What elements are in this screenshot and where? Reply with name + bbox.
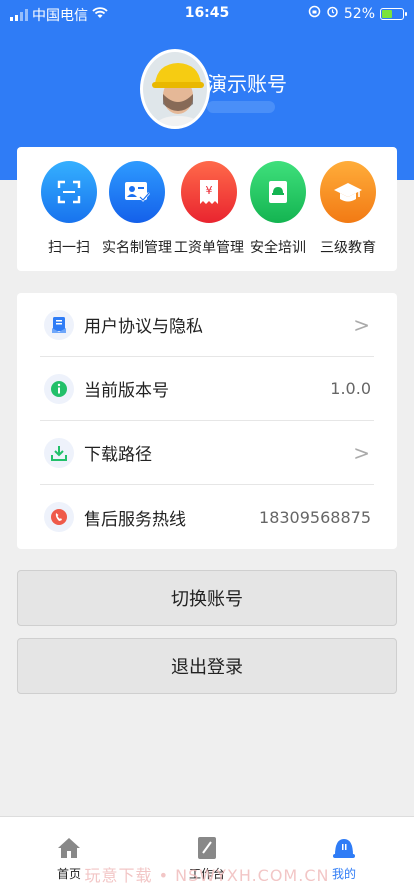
settings-row-label: 当前版本号 xyxy=(84,381,169,401)
account-subtitle-placeholder xyxy=(207,101,275,113)
workbench-icon xyxy=(177,835,237,861)
quick-action-scan[interactable]: 扫一扫 xyxy=(34,161,104,257)
quick-actions-card: 扫一扫 实名制管理 ¥ 工资单管理 安全培训 三级教育 xyxy=(17,147,397,271)
chevron-right-icon: > xyxy=(353,440,370,465)
agreement-icon xyxy=(44,309,74,340)
home-icon xyxy=(39,835,99,861)
quick-action-safety-training[interactable]: 安全培训 xyxy=(243,161,313,257)
battery-icon xyxy=(380,7,407,20)
quick-action-label: 扫一扫 xyxy=(48,240,90,256)
quick-action-realname[interactable]: 实名制管理 xyxy=(102,161,172,257)
logout-button[interactable]: 退出登录 xyxy=(17,638,397,694)
status-bar: 中国电信 16:45 52% xyxy=(0,0,414,28)
download-icon xyxy=(44,437,74,468)
battery-percent: 52% xyxy=(343,5,375,22)
info-icon xyxy=(44,373,74,404)
settings-row-label: 售后服务热线 xyxy=(84,509,186,530)
version-value: 1.0.0 xyxy=(330,379,371,398)
quick-action-label: 三级教育 xyxy=(320,240,376,256)
quick-action-payroll[interactable]: ¥ 工资单管理 xyxy=(173,161,245,257)
settings-row-version: 当前版本号 1.0.0 xyxy=(40,357,374,421)
chevron-right-icon: > xyxy=(353,312,370,337)
alarm-icon xyxy=(326,5,339,22)
id-card-icon xyxy=(109,161,165,223)
account-name: 演示账号 xyxy=(207,72,287,96)
settings-row-download-path[interactable]: 下载路径 > xyxy=(40,421,374,485)
svg-text:¥: ¥ xyxy=(206,184,213,197)
safety-book-icon xyxy=(250,161,306,223)
payroll-icon: ¥ xyxy=(181,161,237,223)
avatar[interactable] xyxy=(140,49,210,129)
scan-icon xyxy=(41,161,97,223)
settings-row-label: 下载路径 xyxy=(84,445,152,465)
settings-card: 用户协议与隐私 > 当前版本号 1.0.0 下载路径 > 售后服务热线 1830… xyxy=(17,293,397,549)
quick-action-three-level-education[interactable]: 三级教育 xyxy=(313,161,383,257)
graduation-cap-icon xyxy=(320,161,376,223)
helmet-icon xyxy=(314,835,374,861)
quick-action-label: 工资单管理 xyxy=(174,240,244,256)
quick-action-label: 安全培训 xyxy=(250,240,306,256)
settings-row-user-agreement[interactable]: 用户协议与隐私 > xyxy=(40,293,374,357)
settings-row-service-hotline[interactable]: 售后服务热线 18309568875 xyxy=(40,485,374,549)
hotline-number[interactable]: 18309568875 xyxy=(259,508,371,527)
quick-action-label: 实名制管理 xyxy=(102,240,172,256)
watermark: 玩意下载 • NSWYXH.COM.CN xyxy=(84,866,330,885)
phone-icon xyxy=(44,502,74,532)
switch-account-button[interactable]: 切换账号 xyxy=(17,570,397,626)
settings-row-label: 用户协议与隐私 xyxy=(84,317,203,337)
rotation-lock-icon xyxy=(308,5,321,22)
